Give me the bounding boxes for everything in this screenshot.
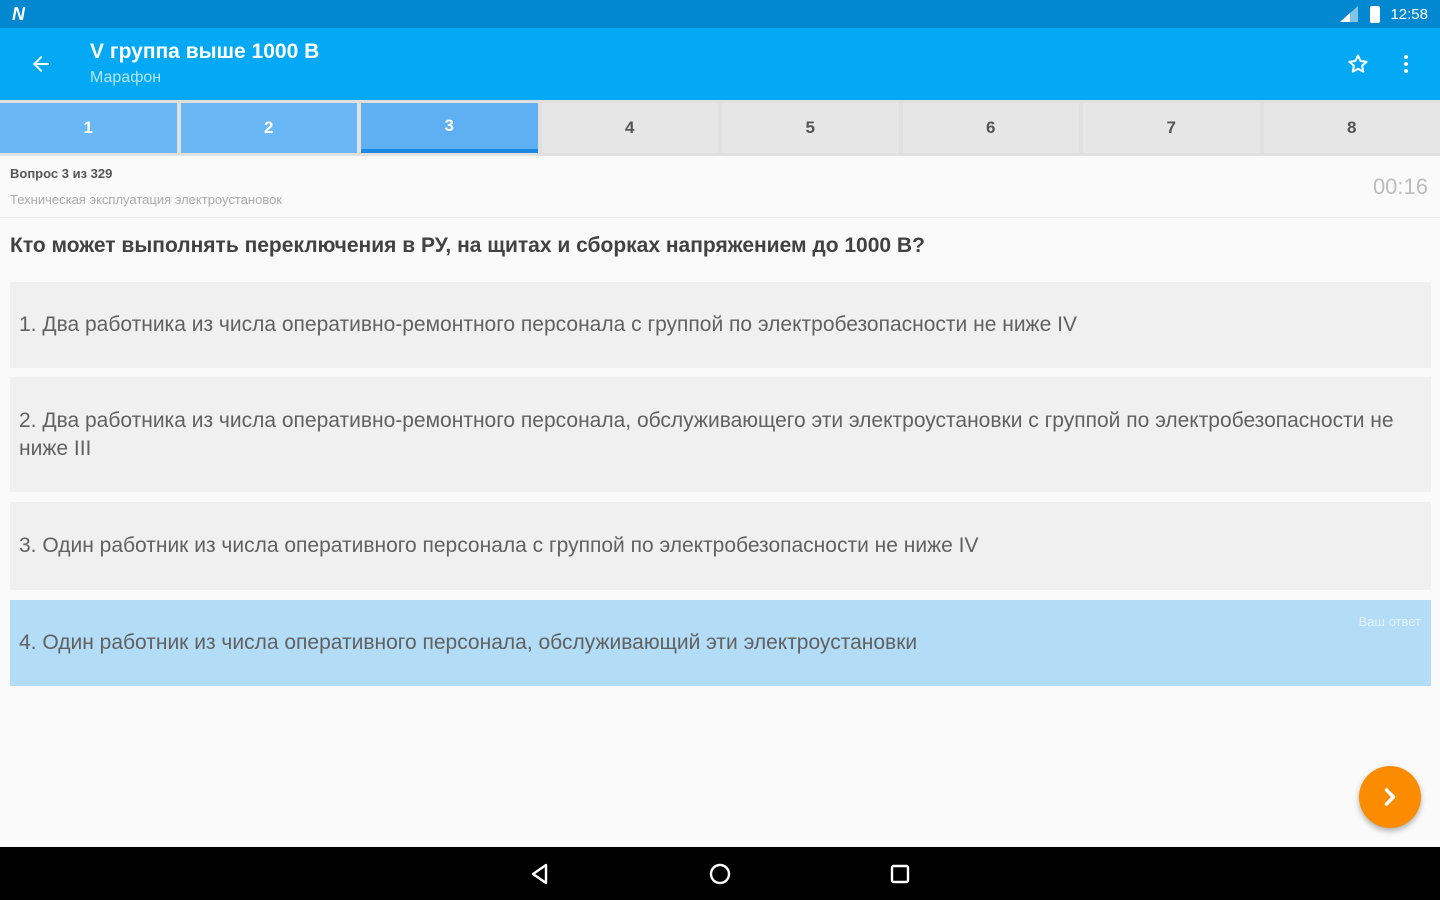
- app-bar: V группа выше 1000 В Марафон: [0, 28, 1440, 100]
- tab-8[interactable]: 8: [1263, 103, 1440, 153]
- nav-home-button[interactable]: [700, 854, 740, 894]
- status-time: 12:58: [1390, 5, 1428, 23]
- circle-home-icon: [709, 863, 731, 884]
- answer-text: 4. Один работник из числа оперативного п…: [19, 631, 918, 654]
- notification-n-icon: N: [12, 3, 25, 24]
- system-nav-bar: [0, 847, 1440, 900]
- favorite-button[interactable]: [1334, 40, 1382, 88]
- question-timer: 00:16: [1372, 174, 1428, 199]
- question-tabs: 1 2 3 4 5 6 7 8: [0, 100, 1440, 156]
- answer-option-2[interactable]: 2. Два работника из числа оперативно-рем…: [10, 377, 1431, 492]
- tab-4[interactable]: 4: [541, 103, 718, 153]
- tab-5[interactable]: 5: [722, 103, 899, 153]
- next-question-button[interactable]: [1359, 766, 1421, 828]
- status-bar: N 12:58: [0, 0, 1440, 28]
- your-answer-label: Ваш ответ: [1358, 614, 1421, 629]
- nav-back-button[interactable]: [520, 854, 560, 894]
- signal-icon: [1340, 6, 1359, 22]
- tab-7[interactable]: 7: [1083, 103, 1260, 153]
- answer-text: 2. Два работника из числа оперативно-рем…: [19, 408, 1394, 460]
- answer-text: 1. Два работника из числа оперативно-рем…: [19, 313, 1077, 336]
- nav-recents-button[interactable]: [880, 854, 920, 894]
- answer-option-4[interactable]: Ваш ответ 4. Один работник из числа опер…: [10, 600, 1431, 686]
- page-title: V группа выше 1000 В: [90, 40, 320, 63]
- square-recents-icon: [890, 864, 910, 883]
- arrow-back-icon: [33, 56, 49, 72]
- question-category: Техническая эксплуатация электроустаново…: [10, 192, 282, 207]
- answer-option-3[interactable]: 3. Один работник из числа оперативного п…: [10, 502, 1431, 590]
- tab-6[interactable]: 6: [902, 103, 1079, 153]
- triangle-back-icon: [531, 863, 548, 884]
- answer-text: 3. Один работник из числа оперативного п…: [19, 534, 979, 557]
- page-subtitle: Марафон: [90, 69, 162, 86]
- question-counter: Вопрос 3 из 329: [10, 166, 113, 181]
- tab-2[interactable]: 2: [180, 103, 357, 153]
- star-outline-icon: [1348, 54, 1368, 73]
- more-vert-icon: [1404, 55, 1408, 73]
- tab-1[interactable]: 1: [0, 103, 177, 153]
- battery-icon: [1370, 5, 1381, 23]
- question-text: Кто может выполнять переключения в РУ, н…: [10, 234, 925, 257]
- back-button[interactable]: [0, 28, 82, 100]
- chevron-right-icon: [1384, 788, 1396, 806]
- answer-option-1[interactable]: 1. Два работника из числа оперативно-рем…: [10, 282, 1431, 368]
- tab-3[interactable]: 3: [361, 103, 538, 153]
- question-info: Вопрос 3 из 329 Техническая эксплуатация…: [0, 160, 1440, 218]
- overflow-menu-button[interactable]: [1382, 40, 1430, 88]
